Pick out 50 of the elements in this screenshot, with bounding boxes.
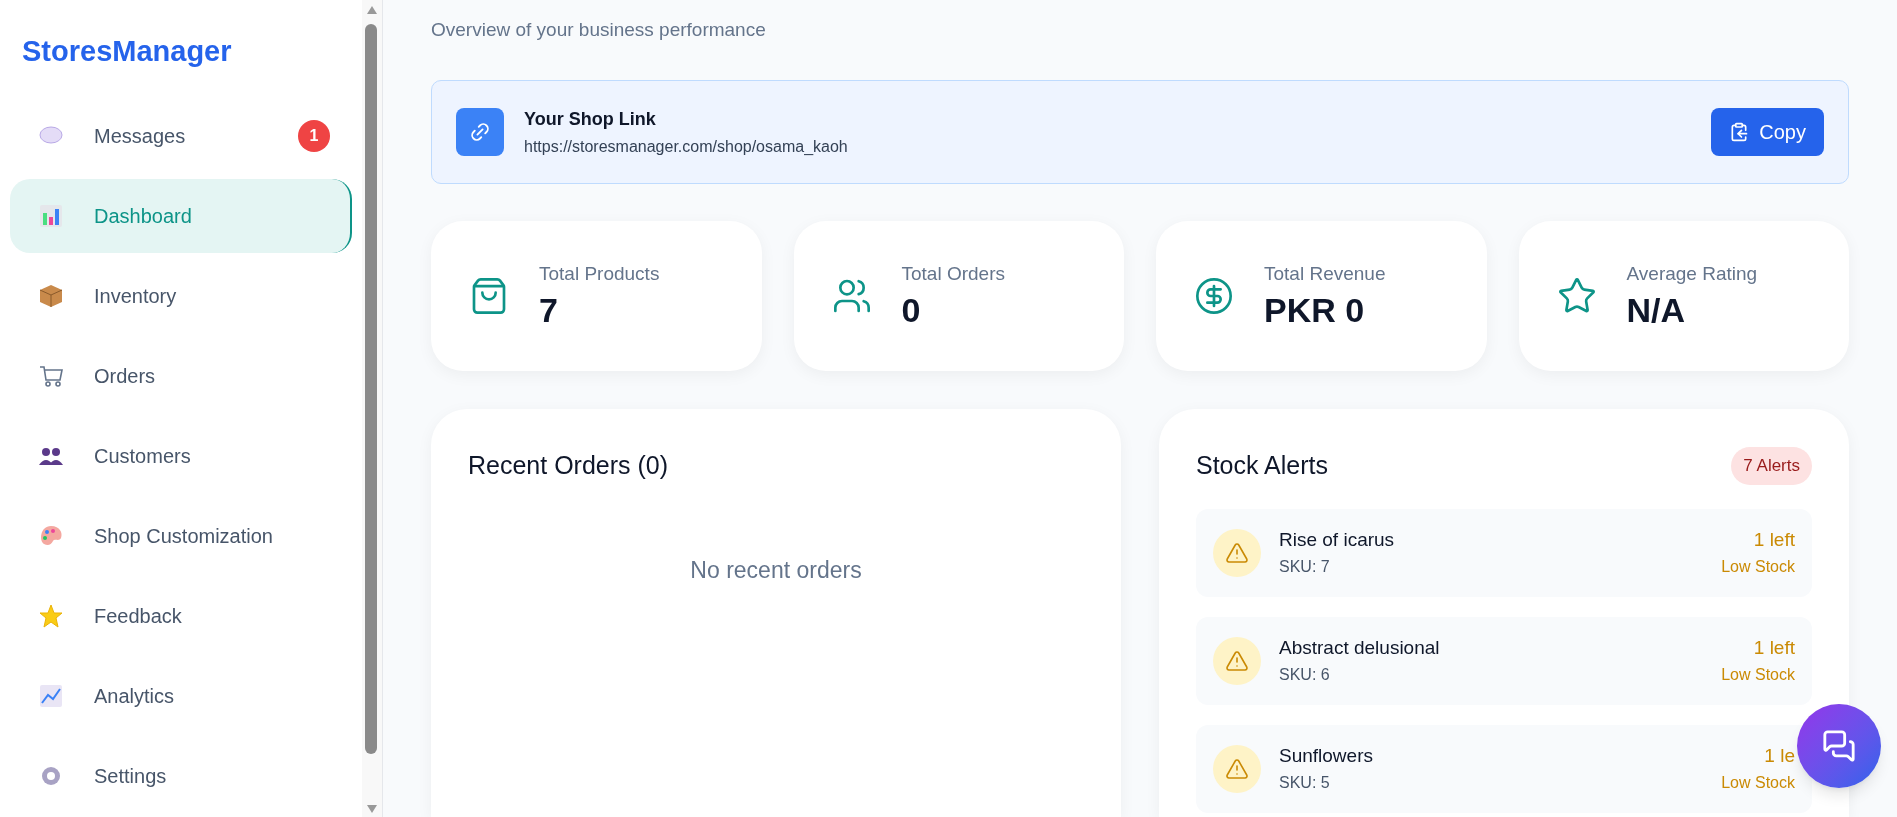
alerts-count-badge: 7 Alerts bbox=[1731, 447, 1812, 485]
dollar-icon bbox=[1194, 276, 1234, 316]
sidebar-item[interactable]: Customers bbox=[10, 418, 352, 493]
warning-icon bbox=[1213, 528, 1261, 577]
scrollbar[interactable] bbox=[362, 0, 382, 817]
bar-chart-icon bbox=[38, 202, 64, 229]
package-icon bbox=[38, 282, 64, 309]
warning-icon bbox=[1213, 744, 1261, 793]
product-sku: SKU: 6 bbox=[1279, 664, 1331, 685]
stock-status: Low Stock bbox=[1721, 772, 1795, 793]
page-subtitle: Overview of your business performance bbox=[431, 18, 767, 42]
stat-value: 7 bbox=[539, 290, 559, 332]
stat-value: N/A bbox=[1626, 290, 1687, 332]
sidebar-item[interactable]: Messages 1 bbox=[10, 98, 352, 173]
product-name: Abstract delusional bbox=[1279, 636, 1441, 661]
sidebar-item[interactable]: Inventory bbox=[10, 258, 352, 333]
shop-link-url: https://storesmanager.com/shop/osama_kaoh bbox=[524, 136, 849, 157]
stock-status: Low Stock bbox=[1721, 664, 1795, 685]
stat-label: Total Revenue bbox=[1264, 261, 1386, 286]
sidebar-item[interactable]: Settings bbox=[10, 738, 352, 813]
empty-message: No recent orders bbox=[690, 555, 862, 585]
stock-left: 1 left bbox=[1753, 528, 1795, 553]
stat-label: Average Rating bbox=[1626, 261, 1758, 286]
link-icon bbox=[456, 108, 504, 156]
clipboard-icon bbox=[1729, 122, 1750, 142]
stat-value: 0 bbox=[901, 290, 922, 332]
panel-title: Stock Alerts bbox=[1196, 450, 1328, 481]
panel-title: Recent Orders (0) bbox=[468, 450, 670, 481]
stat-value: PKR 0 bbox=[1264, 290, 1366, 332]
sidebar-item[interactable]: Orders bbox=[10, 338, 352, 413]
line-chart-icon bbox=[38, 682, 64, 709]
app-logo: StoresManager bbox=[21, 34, 233, 69]
product-sku: SKU: 7 bbox=[1279, 556, 1331, 577]
stock-status: Low Stock bbox=[1721, 556, 1795, 577]
chat-icon bbox=[1822, 729, 1856, 763]
stat-label: Total Orders bbox=[901, 261, 1005, 286]
warning-icon bbox=[1213, 636, 1261, 685]
product-name: Sunflowers bbox=[1279, 744, 1374, 769]
shop-link-title: Your Shop Link bbox=[524, 107, 657, 131]
sidebar-item[interactable]: Analytics bbox=[10, 658, 352, 733]
sidebar-item[interactable]: Feedback bbox=[10, 578, 352, 653]
stat-label: Total Products bbox=[539, 261, 660, 286]
sidebar-item[interactable]: Shop Customization bbox=[10, 498, 352, 573]
product-name: Rise of icarus bbox=[1279, 528, 1396, 553]
stock-left: 1 le bbox=[1764, 744, 1795, 769]
copy-button[interactable]: Copy bbox=[1711, 108, 1824, 156]
product-sku: SKU: 5 bbox=[1279, 772, 1331, 793]
star-icon bbox=[38, 602, 64, 629]
stock-left: 1 left bbox=[1753, 636, 1795, 661]
unread-badge: 1 bbox=[298, 119, 330, 152]
